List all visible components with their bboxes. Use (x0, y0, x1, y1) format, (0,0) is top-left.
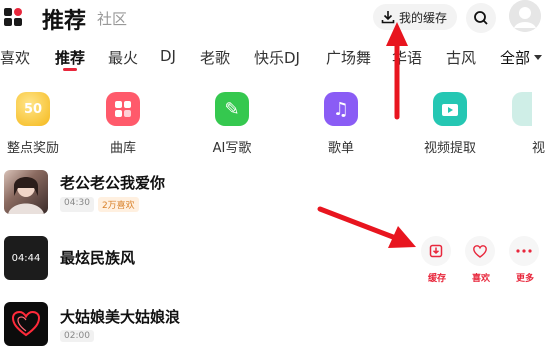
avatar-icon (509, 0, 541, 32)
top-header: 推荐 社区 我的缓存 (0, 0, 551, 36)
tab-dj[interactable]: DJ (160, 47, 176, 65)
song-duration: 04:30 (60, 197, 94, 212)
more-action[interactable]: 更多 (509, 236, 541, 284)
tabs-fade (478, 44, 500, 76)
library-icon (106, 92, 140, 126)
my-cache-button[interactable]: 我的缓存 (373, 4, 458, 30)
page-title[interactable]: 推荐 (42, 3, 86, 35)
shortcut-label: AI写歌 (212, 141, 252, 156)
shortcut-video-extract[interactable]: 视频提取 (415, 92, 485, 156)
cover-duration-text: 04:44 (11, 252, 41, 264)
community-tab[interactable]: 社区 (97, 8, 127, 29)
coin-icon: 50 (16, 92, 50, 126)
tab-happy-dj[interactable]: 快乐DJ (254, 47, 300, 68)
tab-recommend[interactable]: 推荐 (55, 47, 85, 68)
song-row[interactable]: 大姑娘美大姑娘浪 02:00 (0, 302, 551, 348)
category-tabs: 喜欢 推荐 最火 DJ 老歌 快乐DJ 广场舞 华语 古风 全部 (0, 44, 551, 76)
tab-square-dance[interactable]: 广场舞 (326, 47, 371, 68)
shortcut-label: 整点奖励 (6, 141, 59, 156)
likes-badge: 2万喜欢 (97, 197, 139, 212)
heart-cover-icon (11, 310, 41, 337)
my-cache-label: 我的缓存 (399, 10, 448, 25)
tab-hottest[interactable]: 最火 (108, 47, 138, 68)
more-action-label: 更多 (515, 274, 534, 284)
cache-action-label: 缓存 (427, 274, 446, 284)
caret-down-icon (534, 55, 543, 60)
user-avatar[interactable] (509, 0, 541, 32)
like-action[interactable]: 喜欢 (465, 236, 497, 284)
song-title: 老公老公我爱你 (60, 174, 166, 192)
cache-download-icon (421, 236, 451, 266)
playlist-icon: ♫ (324, 92, 358, 126)
ai-write-icon: ✎ (215, 92, 249, 126)
song-row[interactable]: 老公老公我爱你 04:30 2万喜欢 (0, 170, 551, 222)
song-duration: 02:00 (60, 330, 94, 342)
app-menu-icon[interactable] (4, 8, 24, 28)
like-action-label: 喜欢 (471, 274, 490, 284)
song-meta: 04:30 2万喜欢 (60, 197, 139, 212)
tab-ancient-style[interactable]: 古风 (446, 47, 476, 68)
shortcut-playlist[interactable]: ♫ 歌单 (306, 92, 376, 156)
video-extract-icon (433, 92, 467, 126)
shortcut-more[interactable]: 视 (512, 92, 551, 156)
search-icon (474, 11, 488, 25)
song-cover: 04:44 (4, 236, 48, 280)
more-dots-icon (509, 236, 539, 266)
shortcut-label: 曲库 (109, 141, 136, 156)
cache-action[interactable]: 缓存 (421, 236, 453, 284)
tab-old-songs[interactable]: 老歌 (200, 47, 230, 68)
download-icon (381, 11, 395, 24)
search-button[interactable] (466, 3, 496, 33)
all-categories-button[interactable]: 全部 (500, 47, 543, 68)
song-meta: 02:00 (60, 330, 94, 342)
shortcut-ai-write[interactable]: ✎ AI写歌 (197, 92, 267, 156)
tab-chinese[interactable]: 华语 (392, 47, 422, 68)
song-title: 大姑娘美大姑娘浪 (60, 308, 181, 326)
more-shortcut-icon (512, 92, 532, 126)
shortcut-hourly-reward[interactable]: 50 整点奖励 (0, 92, 68, 156)
active-tab-indicator (63, 68, 77, 71)
song-title: 最炫民族风 (60, 249, 136, 267)
heart-icon (465, 236, 495, 266)
shortcut-label: 视频提取 (423, 141, 476, 156)
shortcut-library[interactable]: 曲库 (88, 92, 158, 156)
song-cover (4, 170, 48, 214)
song-cover (4, 302, 48, 346)
shortcut-label: 歌单 (327, 141, 354, 156)
tab-like[interactable]: 喜欢 (0, 47, 30, 68)
all-categories-label: 全部 (500, 49, 531, 67)
shortcut-label: 视 (532, 141, 546, 156)
